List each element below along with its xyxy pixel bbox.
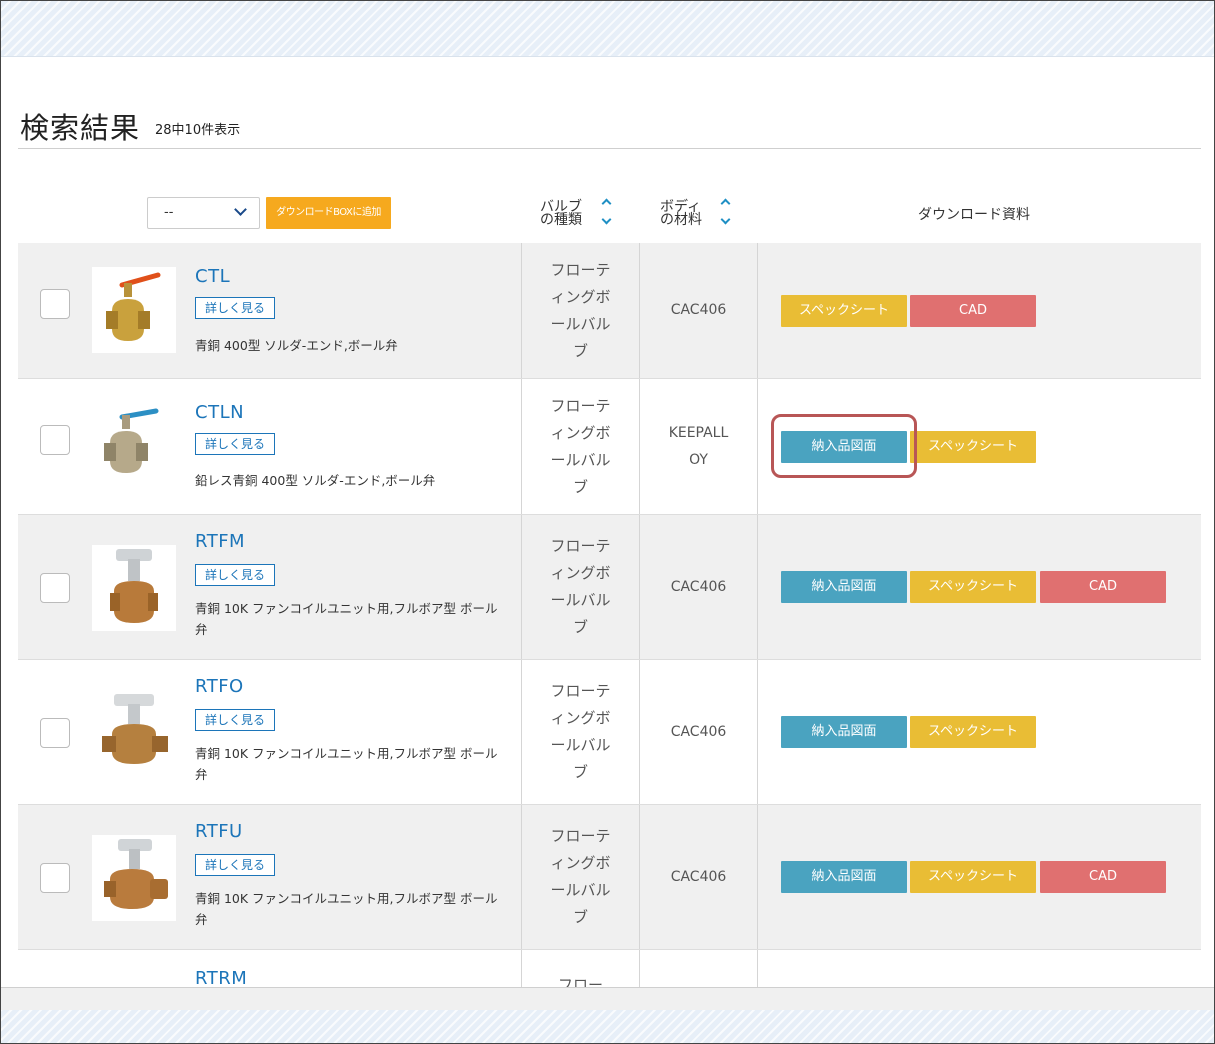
cad-button[interactable]: CAD	[1040, 571, 1166, 603]
row-checkbox[interactable]	[40, 425, 70, 455]
row-checkbox[interactable]	[40, 289, 70, 319]
bulk-select-value: --	[164, 205, 174, 220]
valve-type: フロー	[557, 976, 603, 987]
sort-desc-icon[interactable]	[720, 214, 731, 225]
ball-valve-orange-handle-icon	[106, 272, 161, 341]
cad-button[interactable]: CAD	[1040, 861, 1166, 893]
bulk-select[interactable]: --	[147, 197, 260, 229]
product-image[interactable]	[92, 545, 176, 631]
product-image[interactable]	[92, 401, 176, 487]
delivery-drawing-button[interactable]: 納入品図面	[781, 716, 907, 748]
row-checkbox[interactable]	[40, 718, 70, 748]
spec-sheet-button[interactable]: スペックシート	[910, 861, 1036, 893]
product-description: 青銅 10K ファンコイルユニット用,フルボア型 ボール弁	[195, 746, 498, 782]
valve-type-cell: フロー	[521, 950, 640, 987]
detail-button[interactable]: 詳しく見る	[195, 854, 275, 876]
footer-bar	[0, 987, 1215, 1010]
valve-type: フローティングボールバルブ	[550, 682, 611, 781]
add-to-download-box-button[interactable]: ダウンロードBOXに追加	[266, 197, 391, 229]
material: CAC406	[670, 723, 727, 740]
material-cell: KEEPALLOY	[640, 379, 758, 514]
material: KEEPALLOY	[668, 424, 729, 468]
table-row: RTRM フロー	[18, 950, 1201, 987]
delivery-drawing-button[interactable]: 納入品図面	[781, 431, 907, 463]
product-description: 青銅 400型 ソルダ-エンド,ボール弁	[195, 338, 398, 353]
table-row: CTL 詳しく見る 青銅 400型 ソルダ-エンド,ボール弁 フローティングボー…	[18, 243, 1201, 379]
column-header-valve-type[interactable]: バルブ の種類	[540, 200, 582, 228]
valve-type: フローティングボールバルブ	[550, 827, 611, 926]
column-header-download: ダウンロード資料	[918, 207, 1030, 223]
valve-type-cell: フローティングボールバルブ	[521, 515, 640, 659]
cad-button[interactable]: CAD	[910, 295, 1036, 327]
spec-sheet-button[interactable]: スペックシート	[910, 716, 1036, 748]
table-header: -- ダウンロードBOXに追加 バルブ の種類 ボディ の材料 ダウンロード資料	[18, 185, 1201, 243]
valve-type-cell: フローティングボールバルブ	[521, 243, 640, 378]
product-name-link[interactable]: CTL	[195, 266, 230, 287]
detail-button[interactable]: 詳しく見る	[195, 433, 275, 455]
results-viewport[interactable]: 検索結果 28中10件表示 -- ダウンロードBOXに追加 バルブ の種類 ボデ…	[0, 57, 1215, 987]
product-description: 青銅 10K ファンコイルユニット用,フルボア型 ボール弁	[195, 891, 498, 927]
product-name-link[interactable]: RTFM	[195, 531, 245, 552]
product-image[interactable]	[92, 835, 176, 921]
sort-asc-icon[interactable]	[601, 198, 612, 209]
page-title: 検索結果	[20, 111, 141, 145]
detail-button[interactable]: 詳しく見る	[195, 564, 275, 586]
product-description: 鉛レス青銅 400型 ソルダ-エンド,ボール弁	[195, 473, 436, 488]
table-row: CTLN 詳しく見る 鉛レス青銅 400型 ソルダ-エンド,ボール弁 フローティ…	[18, 379, 1201, 515]
product-name-link[interactable]: RTRM	[195, 968, 247, 987]
ball-valve-blue-handle-icon	[104, 408, 159, 473]
column-header-material-line2: の材料	[660, 212, 702, 228]
delivery-drawing-button[interactable]: 納入品図面	[781, 571, 907, 603]
material-cell: CAC406	[640, 243, 758, 378]
top-banner	[0, 0, 1215, 57]
spec-sheet-button[interactable]: スペックシート	[910, 571, 1036, 603]
material-cell: CAC406	[640, 515, 758, 659]
results-table: CTL 詳しく見る 青銅 400型 ソルダ-エンド,ボール弁 フローティングボー…	[18, 243, 1201, 987]
spec-sheet-button[interactable]: スペックシート	[910, 431, 1036, 463]
chevron-down-icon	[234, 203, 247, 216]
t-handle-valve-icon	[110, 549, 158, 623]
row-checkbox[interactable]	[40, 863, 70, 893]
product-name-link[interactable]: CTLN	[195, 402, 244, 423]
valve-type-cell: フローティングボールバルブ	[521, 660, 640, 804]
detail-button[interactable]: 詳しく見る	[195, 709, 275, 731]
material-cell: CAC406	[640, 805, 758, 949]
product-image[interactable]	[92, 267, 176, 353]
table-row: RTFM 詳しく見る 青銅 10K ファンコイルユニット用,フルボア型 ボール弁…	[18, 515, 1201, 660]
material: CAC406	[670, 302, 727, 318]
product-image[interactable]	[92, 690, 176, 776]
t-handle-valve-long-icon	[102, 694, 168, 764]
sort-desc-icon[interactable]	[601, 214, 612, 225]
table-row: RTFO 詳しく見る 青銅 10K ファンコイルユニット用,フルボア型 ボール弁…	[18, 660, 1201, 805]
valve-type-cell: フローティングボールバルブ	[521, 379, 640, 514]
valve-type: フローティングボールバルブ	[550, 537, 611, 636]
valve-type: フローティングボールバルブ	[550, 260, 611, 360]
product-name-link[interactable]: RTFO	[195, 676, 244, 697]
sort-asc-icon[interactable]	[720, 198, 731, 209]
material-cell	[640, 950, 758, 987]
valve-type-cell: フローティングボールバルブ	[521, 805, 640, 949]
delivery-drawing-button[interactable]: 納入品図面	[781, 861, 907, 893]
bottom-banner	[0, 1010, 1215, 1044]
t-handle-valve-union-icon	[104, 839, 168, 909]
result-header: 検索結果 28中10件表示	[18, 99, 1201, 149]
detail-button[interactable]: 詳しく見る	[195, 297, 275, 319]
column-header-material[interactable]: ボディ の材料	[660, 200, 702, 228]
column-header-valve-type-line2: の種類	[540, 212, 582, 228]
result-count: 28中10件表示	[155, 123, 241, 138]
material-cell: CAC406	[640, 660, 758, 804]
product-name-link[interactable]: RTFU	[195, 821, 243, 842]
table-row: RTFU 詳しく見る 青銅 10K ファンコイルユニット用,フルボア型 ボール弁…	[18, 805, 1201, 950]
product-description: 青銅 10K ファンコイルユニット用,フルボア型 ボール弁	[195, 601, 498, 637]
material: CAC406	[670, 868, 727, 885]
spec-sheet-button[interactable]: スペックシート	[781, 295, 907, 327]
material: CAC406	[670, 578, 727, 595]
row-checkbox[interactable]	[40, 573, 70, 603]
valve-type: フローティングボールバルブ	[550, 396, 611, 496]
